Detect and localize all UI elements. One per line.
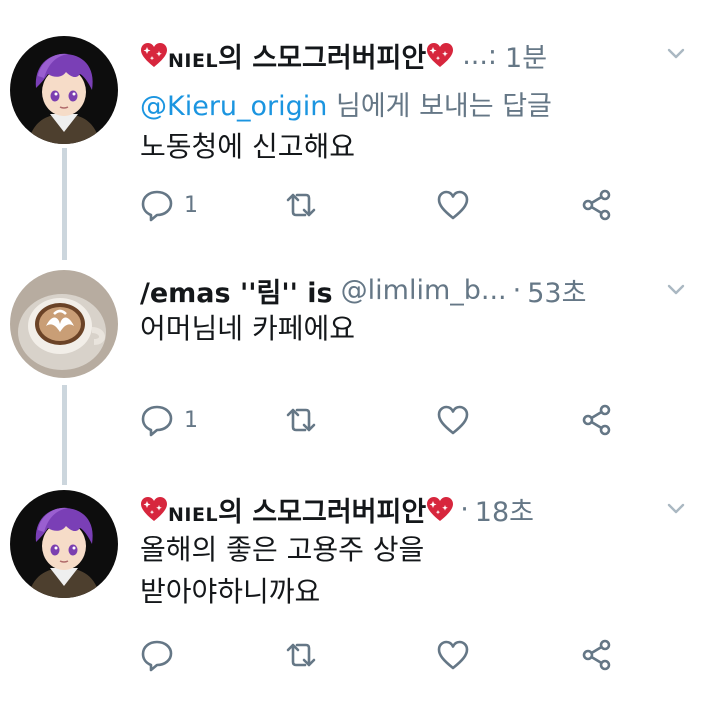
share-icon [580,638,614,672]
reply-icon [140,188,174,222]
reply-count: 1 [184,407,198,433]
retweet-button[interactable] [284,188,318,222]
sparkling-heart-icon [140,42,168,68]
tweet-actions: 1 [140,188,640,228]
share-button[interactable] [580,403,614,437]
reply-button[interactable]: 1 [140,188,198,222]
timestamp[interactable]: 53초 [527,271,586,310]
tweet-header: /emas ''림'' is @limlim_b... · 53초 [140,268,677,312]
display-name[interactable]: NIEL의 스모그러버피안 [168,490,426,529]
retweet-button[interactable] [284,638,318,672]
avatar[interactable] [10,270,118,378]
heart-icon [436,188,470,222]
display-name[interactable]: /emas ''림'' is [140,271,333,310]
reply-count: 1 [184,192,198,218]
tweet-1[interactable]: NIEL의 스모그러버피안 ...: 1분 @Kieru_origin 님에게 … [0,0,717,250]
retweet-button[interactable] [284,403,318,437]
sparkling-heart-icon [426,42,454,68]
reply-icon [140,638,174,672]
like-button[interactable] [436,403,470,437]
timestamp[interactable]: 18초 [475,490,534,529]
share-icon [580,188,614,222]
handle[interactable]: @limlim_b... [341,275,507,306]
tweet-header: NIEL의 스모그러버피안 ...: 1분 [140,33,677,77]
retweet-icon [284,403,318,437]
like-button[interactable] [436,188,470,222]
chevron-down-icon[interactable] [665,278,687,300]
tweet-actions [140,638,640,678]
like-button[interactable] [436,638,470,672]
reply-button[interactable] [140,638,174,672]
sparkling-heart-icon [426,496,454,522]
tweet-header: NIEL의 스모그러버피안 · 18초 [140,487,677,531]
heart-icon [436,403,470,437]
share-icon [580,403,614,437]
sparkling-heart-icon [140,496,168,522]
reply-button[interactable]: 1 [140,403,198,437]
heart-icon [436,638,470,672]
avatar[interactable] [10,490,118,598]
timestamp[interactable]: 1분 [505,36,547,75]
retweet-icon [284,638,318,672]
tweet-text: 올해의 좋은 고용주 상을 받아야하니까요 [140,533,425,608]
thread-line-2 [62,385,67,485]
share-button[interactable] [580,188,614,222]
display-name[interactable]: NIEL의 스모그러버피안 [168,36,426,75]
tweet-text: 노동청에 신고해요 [140,130,355,163]
mention-link[interactable]: @Kieru_origin [140,91,327,122]
reply-icon [140,403,174,437]
retweet-icon [284,188,318,222]
chevron-down-icon[interactable] [665,42,687,64]
share-button[interactable] [580,638,614,672]
handle[interactable]: ...: [462,40,497,71]
tweet-text: 어머님네 카페에요 [140,312,355,345]
reply-context: @Kieru_origin 님에게 보내는 답글 [140,91,552,122]
avatar[interactable] [10,36,118,144]
tweet-actions: 1 [140,403,640,443]
chevron-down-icon[interactable] [665,497,687,519]
